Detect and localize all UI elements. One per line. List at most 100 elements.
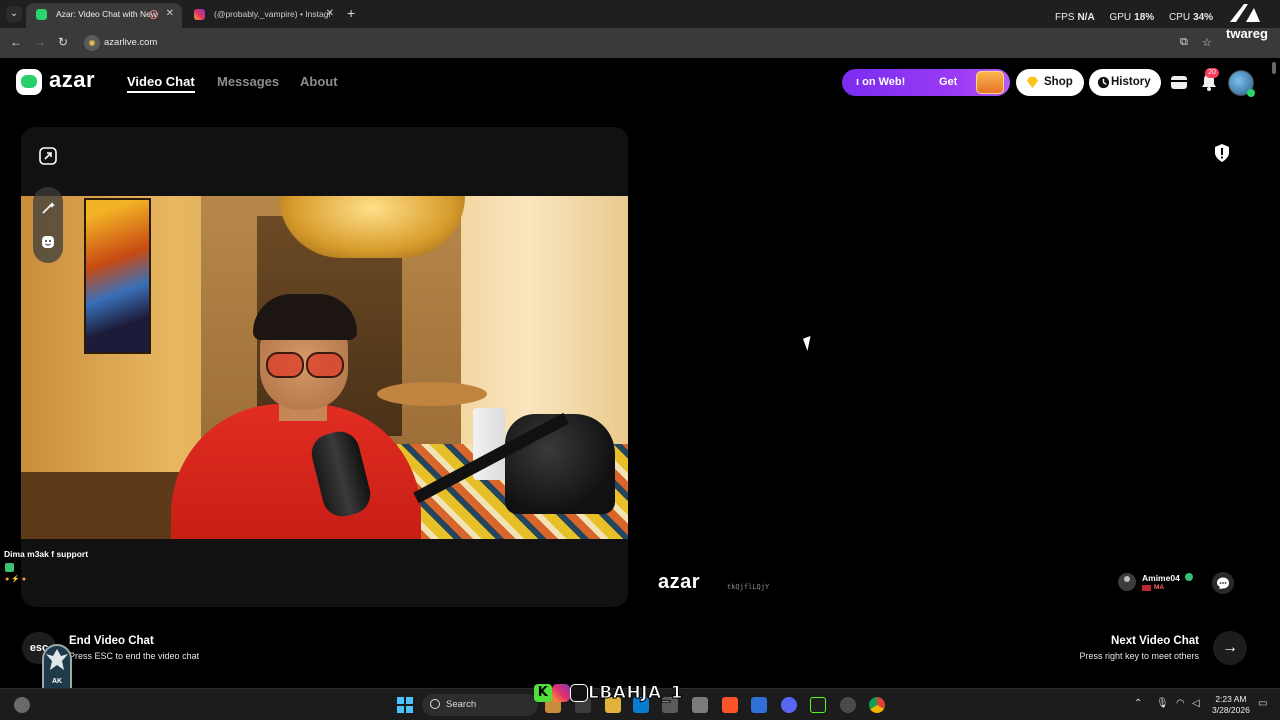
partner-avatar-icon[interactable] — [1118, 573, 1136, 591]
remote-camera-feed — [810, 127, 1080, 607]
next-chat-hint: Press right key to meet others — [1079, 651, 1199, 661]
clock-date: 3/28/2026 — [1212, 705, 1250, 715]
remote-video-card: azar tkQjflLQjY Amime04 MA — [640, 127, 1250, 607]
remote-desktop-icon[interactable] — [751, 697, 767, 713]
ak-badge-text: AK — [51, 678, 63, 685]
notification-count-badge: 20 — [1205, 68, 1219, 78]
wifi-icon[interactable]: ◠ — [1176, 698, 1185, 709]
cpu-value: 34% — [1193, 12, 1214, 23]
twareg-logo-icon — [1230, 4, 1260, 22]
shop-button[interactable]: Shop — [1016, 69, 1084, 96]
watermark-id: tkQjflLQjY — [727, 583, 770, 591]
end-chat-hint: Press ESC to end the video chat — [69, 651, 200, 661]
scrollbar-thumb[interactable] — [1272, 62, 1276, 74]
report-shield-icon[interactable] — [1213, 143, 1231, 163]
inbox-icon[interactable] — [1168, 71, 1190, 93]
chat-bubble-icon[interactable] — [1212, 572, 1234, 594]
taskbar-clock[interactable]: 2:23 AM 3/28/2026 — [1212, 694, 1250, 716]
nav-about[interactable]: About — [300, 74, 338, 89]
tab-instagram[interactable]: (@probably._vampire) • Instagr ✕ — [184, 3, 342, 28]
history-label: History — [1111, 76, 1151, 88]
kick-icon[interactable] — [810, 697, 826, 713]
partner-name[interactable]: Amime04 — [1142, 573, 1180, 583]
back-arrow-icon[interactable]: ← — [10, 35, 22, 49]
close-tab-icon[interactable]: ✕ — [166, 3, 174, 25]
profile-avatar[interactable] — [1228, 70, 1255, 97]
tab-title: (@probably._vampire) • Instagr — [214, 9, 332, 19]
tab-search-menu-button[interactable]: ⌄ — [6, 6, 22, 22]
chrome-icon[interactable] — [869, 697, 885, 713]
install-app-icon[interactable]: ⧉ — [1180, 36, 1188, 49]
new-tab-button[interactable]: + — [347, 5, 355, 21]
viewer-chat-name: Dima m3ak f support — [4, 549, 89, 559]
kick-logo-icon: K — [534, 684, 552, 702]
browser-tab-bar: ⌄ Azar: Video Chat with New ✕ (@probably… — [0, 0, 1280, 28]
nav-messages[interactable]: Messages — [217, 74, 279, 89]
clock-time: 2:23 AM — [1215, 694, 1247, 704]
azar-logo-icon — [16, 69, 42, 95]
azar-video-watermark: azar — [658, 571, 701, 593]
recording-indicator-icon — [149, 10, 158, 19]
history-button[interactable]: History — [1089, 69, 1161, 96]
streamer-handle: LBAHJA_1 — [588, 683, 684, 704]
video-tools-panel — [33, 187, 63, 263]
discord-icon[interactable] — [781, 697, 797, 713]
search-label: Search — [446, 699, 477, 710]
widgets-icon[interactable] — [14, 697, 30, 713]
gpu-label: GPU — [1109, 12, 1132, 23]
brave-icon[interactable] — [722, 697, 738, 713]
microphone-icon[interactable]: 🎙 — [1156, 698, 1169, 709]
tab-azar[interactable]: Azar: Video Chat with New ✕ — [26, 3, 182, 28]
browser-address-bar: ← → ↻ ◉ azarlive.com ⧉ ☆ — [0, 28, 1280, 58]
face-filter-icon[interactable] — [40, 234, 56, 250]
viewer-reactions-icon: ● ⚡ ● — [5, 576, 27, 583]
performance-overlay: FPS N/A GPU 18% CPU 34% — [1055, 12, 1225, 23]
cpu-label: CPU — [1168, 12, 1191, 23]
obs-icon[interactable] — [840, 697, 856, 713]
clock-icon — [1097, 76, 1110, 89]
magic-wand-icon[interactable] — [40, 200, 56, 216]
azar-header: azar Video Chat Messages About ı on Web!… — [0, 58, 1280, 106]
gem-icon — [1026, 76, 1039, 89]
red-glasses — [266, 352, 344, 378]
treasure-chest-icon — [976, 71, 1004, 94]
forward-arrow-icon[interactable]: → — [34, 35, 46, 49]
start-button[interactable] — [397, 697, 413, 713]
calculator-icon[interactable] — [692, 697, 708, 713]
azar-favicon-icon — [36, 9, 47, 20]
site-info-icon[interactable]: ◉ — [84, 35, 100, 51]
shop-label: Shop — [1044, 76, 1073, 88]
promo-text-left: ı on Web! — [856, 76, 906, 88]
streamer-social-tag: K LBAHJA_1 — [534, 683, 683, 705]
reload-icon[interactable]: ↻ — [58, 35, 68, 49]
watermark-name: twareg — [1226, 26, 1268, 41]
bookmark-star-icon[interactable]: ☆ — [1202, 36, 1212, 49]
gpu-value: 18% — [1134, 12, 1155, 23]
end-chat-title[interactable]: End Video Chat — [69, 635, 154, 647]
local-video-card — [21, 127, 628, 607]
viewer-badge-icon — [5, 563, 14, 572]
wall-painting — [84, 198, 151, 354]
tiktok-logo-icon — [570, 684, 588, 702]
next-chat-title[interactable]: Next Video Chat — [1111, 635, 1199, 647]
eagle-emblem-icon — [46, 649, 68, 670]
nav-video-chat[interactable]: Video Chat — [127, 74, 195, 93]
volume-icon[interactable]: ◁ — [1192, 698, 1200, 709]
local-camera-feed — [21, 196, 628, 539]
search-icon — [430, 699, 440, 709]
url-field[interactable]: ◉ azarlive.com — [80, 32, 1220, 54]
tab-title: Azar: Video Chat with New — [56, 9, 157, 19]
taskbar-search[interactable]: Search — [422, 694, 538, 716]
next-arrow-button[interactable]: → — [1213, 631, 1247, 665]
country-flag-icon — [1142, 585, 1151, 591]
notification-center-icon[interactable]: ▭ — [1258, 698, 1267, 709]
url-text: azarlive.com — [104, 37, 158, 48]
azar-wordmark: azar — [49, 67, 96, 92]
close-tab-icon[interactable]: ✕ — [326, 3, 334, 25]
promo-banner-button[interactable]: ı on Web! Get — [842, 69, 1010, 96]
verified-badge-icon — [1185, 573, 1193, 581]
instagram-logo-icon — [552, 684, 570, 702]
expand-icon[interactable] — [35, 143, 61, 169]
promo-text-right: Get — [939, 76, 958, 88]
tray-overflow-chevron-icon[interactable]: ⌃ — [1134, 698, 1142, 709]
